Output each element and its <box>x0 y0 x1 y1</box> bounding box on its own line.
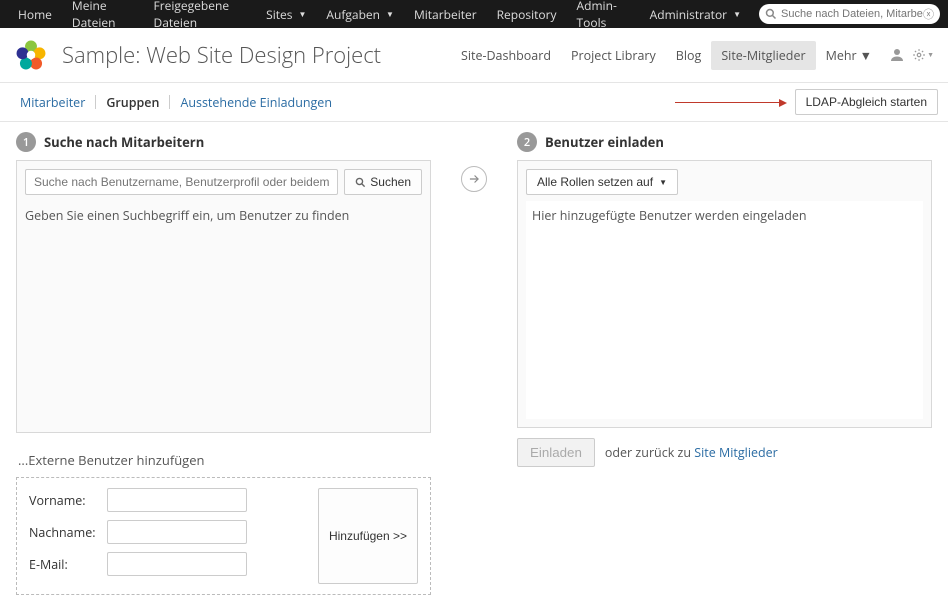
ldap-sync-button[interactable]: LDAP-Abgleich starten <box>795 89 938 115</box>
main-content: 1 Suche nach Mitarbeitern Suchen Geben S… <box>0 122 948 605</box>
chevron-down-icon: ▼ <box>733 9 741 20</box>
step-1-header: 1 Suche nach Mitarbeitern <box>16 132 431 152</box>
transfer-arrow-button[interactable] <box>461 166 487 192</box>
site-title: Sample: Web Site Design Project <box>62 40 451 70</box>
nav-sites[interactable]: Sites▼ <box>256 0 316 28</box>
nav-home[interactable]: Home <box>8 0 62 28</box>
set-all-roles-button[interactable]: Alle Rollen setzen auf ▼ <box>526 169 678 195</box>
left-column: 1 Suche nach Mitarbeitern Suchen Geben S… <box>16 132 431 595</box>
invite-button[interactable]: Einladen <box>517 438 595 467</box>
search-icon <box>355 177 366 188</box>
chevron-down-icon: ▼ <box>386 9 394 20</box>
members-subnav: Mitarbeiter Gruppen Ausstehende Einladun… <box>0 83 948 122</box>
chevron-down-icon: ▼ <box>298 9 306 20</box>
clear-icon[interactable]: ⓧ <box>923 6 934 22</box>
subtab-groups[interactable]: Gruppen <box>96 91 169 114</box>
global-nav: Home Meine Dateien Freigegebene Dateien … <box>0 0 948 28</box>
search-icon <box>765 8 777 20</box>
nav-admin-tools[interactable]: Admin-Tools <box>567 0 640 28</box>
search-panel: Suchen Geben Sie einen Suchbegriff ein, … <box>16 160 431 433</box>
external-users-title: ...Externe Benutzer hinzufügen <box>18 451 431 469</box>
lastname-label: Nachname: <box>29 524 107 541</box>
global-search[interactable]: ⓧ <box>759 4 940 24</box>
site-nav-members[interactable]: Site-Mitglieder <box>711 41 815 70</box>
search-hint: Geben Sie einen Suchbegriff ein, um Benu… <box>25 203 422 424</box>
add-external-button[interactable]: Hinzufügen >> <box>318 488 418 584</box>
step-badge: 2 <box>517 132 537 152</box>
step-title: Suche nach Mitarbeitern <box>44 133 204 151</box>
firstname-input[interactable] <box>107 488 247 512</box>
subtab-people[interactable]: Mitarbeiter <box>10 91 95 114</box>
step-2-header: 2 Benutzer einladen <box>517 132 932 152</box>
alfresco-logo-icon <box>14 38 48 72</box>
invite-panel: Alle Rollen setzen auf ▼ Hier hinzugefüg… <box>517 160 932 428</box>
nav-my-files[interactable]: Meine Dateien <box>62 0 144 28</box>
search-button[interactable]: Suchen <box>344 169 422 195</box>
site-nav-blog[interactable]: Blog <box>666 41 712 70</box>
firstname-label: Vorname: <box>29 492 107 509</box>
user-icon[interactable] <box>886 44 908 66</box>
back-link[interactable]: Site Mitglieder <box>694 444 777 461</box>
external-users-panel: Vorname: Nachname: E-Mail: Hinzufügen >> <box>16 477 431 595</box>
site-header: Sample: Web Site Design Project Site-Das… <box>0 28 948 83</box>
right-column: 2 Benutzer einladen Alle Rollen setzen a… <box>517 132 932 467</box>
nav-tasks[interactable]: Aufgaben▼ <box>316 0 404 28</box>
nav-shared-files[interactable]: Freigegebene Dateien <box>144 0 257 28</box>
step-badge: 1 <box>16 132 36 152</box>
invite-list-hint: Hier hinzugefügte Benutzer werden eingel… <box>532 207 807 224</box>
people-search-input[interactable] <box>25 169 338 195</box>
chevron-down-icon: ▼ <box>860 47 872 64</box>
site-nav-more[interactable]: Mehr▼ <box>816 41 882 70</box>
email-label: E-Mail: <box>29 556 107 573</box>
site-nav-library[interactable]: Project Library <box>561 41 666 70</box>
site-nav: Site-Dashboard Project Library Blog Site… <box>451 41 934 70</box>
nav-people[interactable]: Mitarbeiter <box>404 0 487 28</box>
lastname-input[interactable] <box>107 520 247 544</box>
global-nav-left: Home Meine Dateien Freigegebene Dateien … <box>8 0 640 28</box>
nav-repository[interactable]: Repository <box>487 0 567 28</box>
annotation-arrow <box>675 102 785 103</box>
chevron-down-icon: ▼ <box>659 178 667 187</box>
user-menu[interactable]: Administrator▼ <box>640 6 751 23</box>
chevron-down-icon: ▼ <box>927 51 934 60</box>
invite-list: Hier hinzugefügte Benutzer werden eingel… <box>526 201 923 419</box>
step-title: Benutzer einladen <box>545 133 664 151</box>
site-nav-dashboard[interactable]: Site-Dashboard <box>451 41 561 70</box>
global-search-input[interactable] <box>781 8 923 20</box>
gear-icon[interactable]: ▼ <box>912 44 934 66</box>
subtab-pending[interactable]: Ausstehende Einladungen <box>170 91 342 114</box>
email-input[interactable] <box>107 552 247 576</box>
back-text: oder zurück zu Site Mitglieder <box>605 444 778 461</box>
